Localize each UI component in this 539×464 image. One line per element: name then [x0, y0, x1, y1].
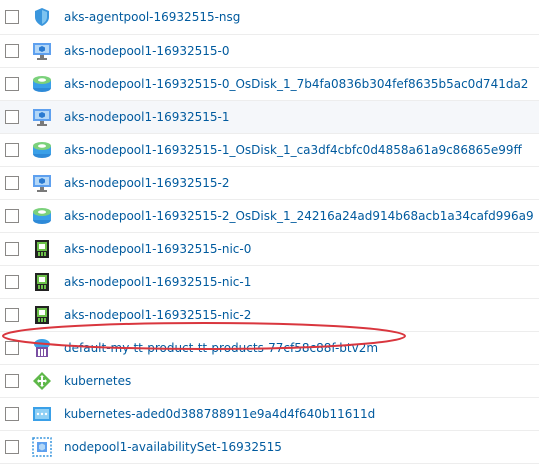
row-checkbox[interactable] [5, 209, 19, 223]
network-security-group-icon [32, 7, 52, 27]
public-ip-icon [32, 338, 52, 358]
load-balancer-icon [32, 371, 52, 391]
resource-list: aks-agentpool-16932515-nsg aks-nodepool1… [0, 0, 539, 464]
public-ip-address-icon [32, 404, 52, 424]
list-row-6[interactable]: aks-nodepool1-16932515-2_OsDisk_1_24216a… [0, 200, 539, 233]
resource-link[interactable]: aks-nodepool1-16932515-1_OsDisk_1_ca3df4… [64, 143, 522, 157]
resource-link[interactable]: nodepool1-availabilitySet-16932515 [64, 440, 282, 454]
row-checkbox[interactable] [5, 110, 19, 124]
row-checkbox[interactable] [5, 176, 19, 190]
row-checkbox[interactable] [5, 143, 19, 157]
row-checkbox[interactable] [5, 275, 19, 289]
list-row-1[interactable]: aks-nodepool1-16932515-0 [0, 35, 539, 68]
list-row-0[interactable]: aks-agentpool-16932515-nsg [0, 0, 539, 35]
resource-link[interactable]: aks-nodepool1-16932515-2_OsDisk_1_24216a… [64, 209, 534, 223]
virtual-machine-icon [32, 41, 52, 61]
resource-link[interactable]: kubernetes [64, 374, 131, 388]
disk-icon [32, 206, 52, 226]
network-interface-icon [32, 272, 52, 292]
resource-link[interactable]: aks-nodepool1-16932515-0 [64, 44, 229, 58]
row-checkbox[interactable] [5, 44, 19, 58]
network-interface-icon [32, 239, 52, 259]
row-checkbox[interactable] [5, 308, 19, 322]
row-checkbox[interactable] [5, 242, 19, 256]
row-checkbox[interactable] [5, 341, 19, 355]
resource-link[interactable]: aks-nodepool1-16932515-2 [64, 176, 229, 190]
virtual-machine-icon [32, 173, 52, 193]
resource-link[interactable]: aks-nodepool1-16932515-1 [64, 110, 229, 124]
row-checkbox[interactable] [5, 407, 19, 421]
row-checkbox[interactable] [5, 440, 19, 454]
resource-link[interactable]: default-my-tt-product-tt-products-77cf58… [64, 341, 378, 355]
list-row-12[interactable]: kubernetes-aded0d388788911e9a4d4f640b116… [0, 398, 539, 431]
disk-icon [32, 74, 52, 94]
resource-link[interactable]: kubernetes-aded0d388788911e9a4d4f640b116… [64, 407, 375, 421]
resource-link[interactable]: aks-nodepool1-16932515-nic-0 [64, 242, 251, 256]
list-row-7[interactable]: aks-nodepool1-16932515-nic-0 [0, 233, 539, 266]
list-row-8[interactable]: aks-nodepool1-16932515-nic-1 [0, 266, 539, 299]
list-row-5[interactable]: aks-nodepool1-16932515-2 [0, 167, 539, 200]
list-row-11[interactable]: kubernetes [0, 365, 539, 398]
list-row-4[interactable]: aks-nodepool1-16932515-1_OsDisk_1_ca3df4… [0, 134, 539, 167]
virtual-machine-icon [32, 107, 52, 127]
network-interface-icon [32, 305, 52, 325]
row-checkbox[interactable] [5, 10, 19, 24]
list-row-3[interactable]: aks-nodepool1-16932515-1 [0, 101, 539, 134]
list-row-10[interactable]: default-my-tt-product-tt-products-77cf58… [0, 332, 539, 365]
row-checkbox[interactable] [5, 374, 19, 388]
resource-link[interactable]: aks-nodepool1-16932515-0_OsDisk_1_7b4fa0… [64, 77, 528, 91]
resource-link[interactable]: aks-nodepool1-16932515-nic-1 [64, 275, 251, 289]
list-row-2[interactable]: aks-nodepool1-16932515-0_OsDisk_1_7b4fa0… [0, 68, 539, 101]
resource-link[interactable]: aks-nodepool1-16932515-nic-2 [64, 308, 251, 322]
disk-icon [32, 140, 52, 160]
row-checkbox[interactable] [5, 77, 19, 91]
availability-set-icon [32, 437, 52, 457]
list-row-9[interactable]: aks-nodepool1-16932515-nic-2 [0, 299, 539, 332]
resource-link[interactable]: aks-agentpool-16932515-nsg [64, 10, 240, 24]
list-row-13[interactable]: nodepool1-availabilitySet-16932515 [0, 431, 539, 464]
